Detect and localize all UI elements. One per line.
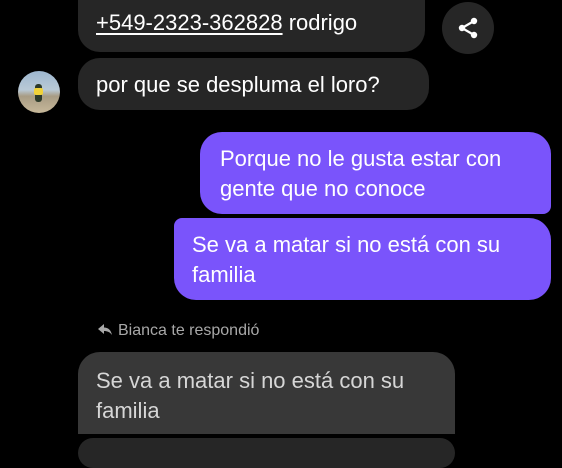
avatar[interactable] [18,71,60,113]
phone-number-link[interactable]: +549-2323-362828 [96,10,283,35]
share-button[interactable] [442,2,494,54]
incoming-message-contact[interactable]: +549-2323-362828 rodrigo [78,0,425,52]
quoted-message[interactable]: Se va a matar si no está con su familia [78,352,455,434]
avatar-shirt [34,88,43,95]
reply-indicator: Bianca te respondió [98,322,259,341]
reply-label-text: Bianca te respondió [118,322,260,339]
outgoing-message[interactable]: Porque no le gusta estar con gente que n… [200,132,551,214]
incoming-message-partial[interactable] [78,438,455,468]
contact-name: rodrigo [288,10,358,35]
reply-arrow-icon [98,323,112,341]
outgoing-message[interactable]: Se va a matar si no está con su familia [174,218,551,300]
incoming-message[interactable]: por que se despluma el loro? [78,58,429,110]
share-icon [458,17,478,39]
